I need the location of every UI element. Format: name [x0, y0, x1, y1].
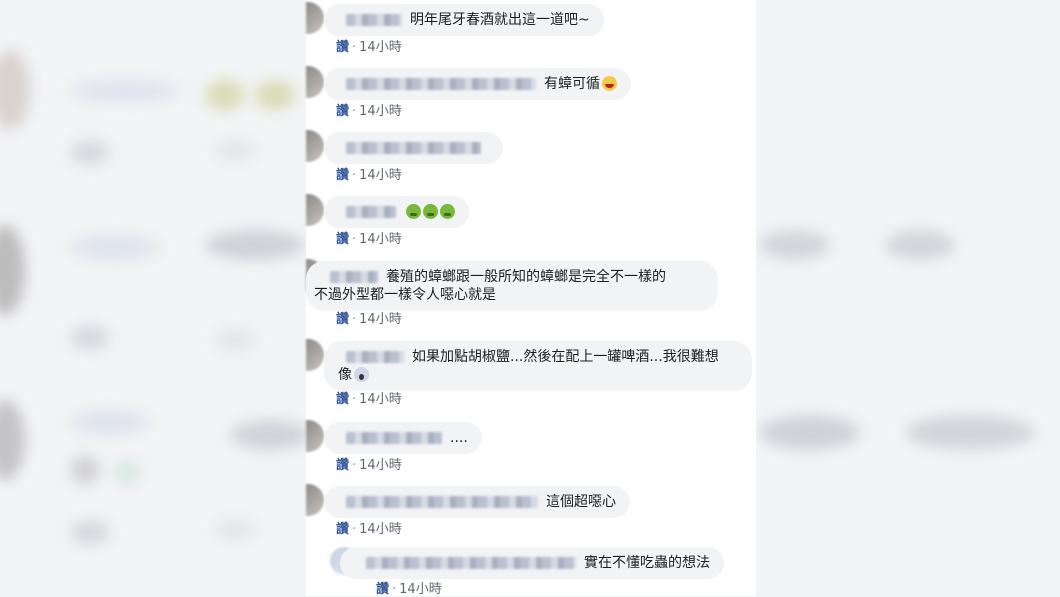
comment-meta: 讚 · 14小時: [336, 392, 402, 407]
author-name[interactable]: [366, 557, 576, 569]
timestamp[interactable]: 14小時: [359, 312, 402, 327]
laughing-emoji: [602, 76, 617, 91]
comment-text-line2: 不過外型都一樣令人噁心就是: [314, 287, 496, 303]
timestamp[interactable]: 14小時: [359, 392, 402, 407]
comment-bubble: [324, 196, 469, 228]
comment-meta: 讚 · 14小時: [376, 582, 442, 597]
author-name[interactable]: [346, 496, 538, 508]
like-link[interactable]: 讚: [336, 522, 349, 537]
timestamp[interactable]: 14小時: [359, 522, 402, 537]
comment-meta: 讚 · 14小時: [336, 312, 402, 327]
like-link[interactable]: 讚: [336, 104, 349, 119]
timestamp[interactable]: 14小時: [359, 40, 402, 55]
author-name[interactable]: [346, 142, 481, 154]
comment-meta: 讚 · 14小時: [336, 458, 402, 473]
like-link[interactable]: 讚: [376, 582, 389, 597]
nauseated-emoji: [440, 204, 455, 219]
comment-bubble: 養殖的蟑螂跟一般所知的蟑螂是完全不一樣的 不過外型都一樣令人噁心就是: [306, 261, 718, 311]
like-link[interactable]: 讚: [336, 40, 349, 55]
comment-text: 有蟑可循: [544, 76, 600, 92]
comment-bubble: ....: [324, 422, 482, 454]
comment-text-line1: 養殖的蟑螂跟一般所知的蟑螂是完全不一樣的: [386, 269, 666, 285]
comment-bubble: 有蟑可循: [324, 68, 631, 100]
author-name[interactable]: [330, 271, 378, 283]
comment-bubble: 這個超噁心: [324, 486, 630, 518]
like-link[interactable]: 讚: [336, 232, 349, 247]
timestamp[interactable]: 14小時: [359, 458, 402, 473]
comment-text: ....: [450, 430, 468, 446]
comment-bubble: 實在不懂吃蟲的想法: [340, 547, 724, 579]
like-link[interactable]: 讚: [336, 168, 349, 183]
timestamp[interactable]: 14小時: [359, 168, 402, 183]
nauseated-emoji: [423, 204, 438, 219]
comment-text-line1: 如果加點胡椒鹽...然後在配上一罐啤酒...我很難想: [412, 349, 719, 365]
author-name[interactable]: [346, 206, 396, 218]
comment-text: 實在不懂吃蟲的想法: [584, 555, 710, 571]
comment-meta: 讚 · 14小時: [336, 522, 402, 537]
nauseated-emoji: [406, 204, 421, 219]
comment-text: 這個超噁心: [546, 494, 616, 510]
comment-meta: 讚 · 14小時: [336, 168, 402, 183]
comment-meta: 讚 · 14小時: [336, 104, 402, 119]
comment-bubble: 明年尾牙春酒就出這一道吧~: [324, 4, 604, 36]
author-name[interactable]: [346, 432, 442, 444]
author-name[interactable]: [346, 78, 536, 90]
comment-text-line2: 像: [338, 367, 352, 383]
comment-meta: 讚 · 14小時: [336, 232, 402, 247]
like-link[interactable]: 讚: [336, 392, 349, 407]
comment-meta: 讚 · 14小時: [336, 40, 402, 55]
comment-text: 明年尾牙春酒就出這一道吧~: [410, 12, 590, 28]
timestamp[interactable]: 14小時: [399, 582, 442, 597]
author-name[interactable]: [346, 351, 404, 363]
comment-bubble: 如果加點胡椒鹽...然後在配上一罐啤酒...我很難想 像: [324, 341, 752, 391]
comment-bubble: [324, 132, 503, 164]
timestamp[interactable]: 14小時: [359, 104, 402, 119]
like-link[interactable]: 讚: [336, 458, 349, 473]
timestamp[interactable]: 14小時: [359, 232, 402, 247]
screaming-emoji: [354, 367, 369, 382]
like-link[interactable]: 讚: [336, 312, 349, 327]
author-name[interactable]: [346, 14, 402, 26]
